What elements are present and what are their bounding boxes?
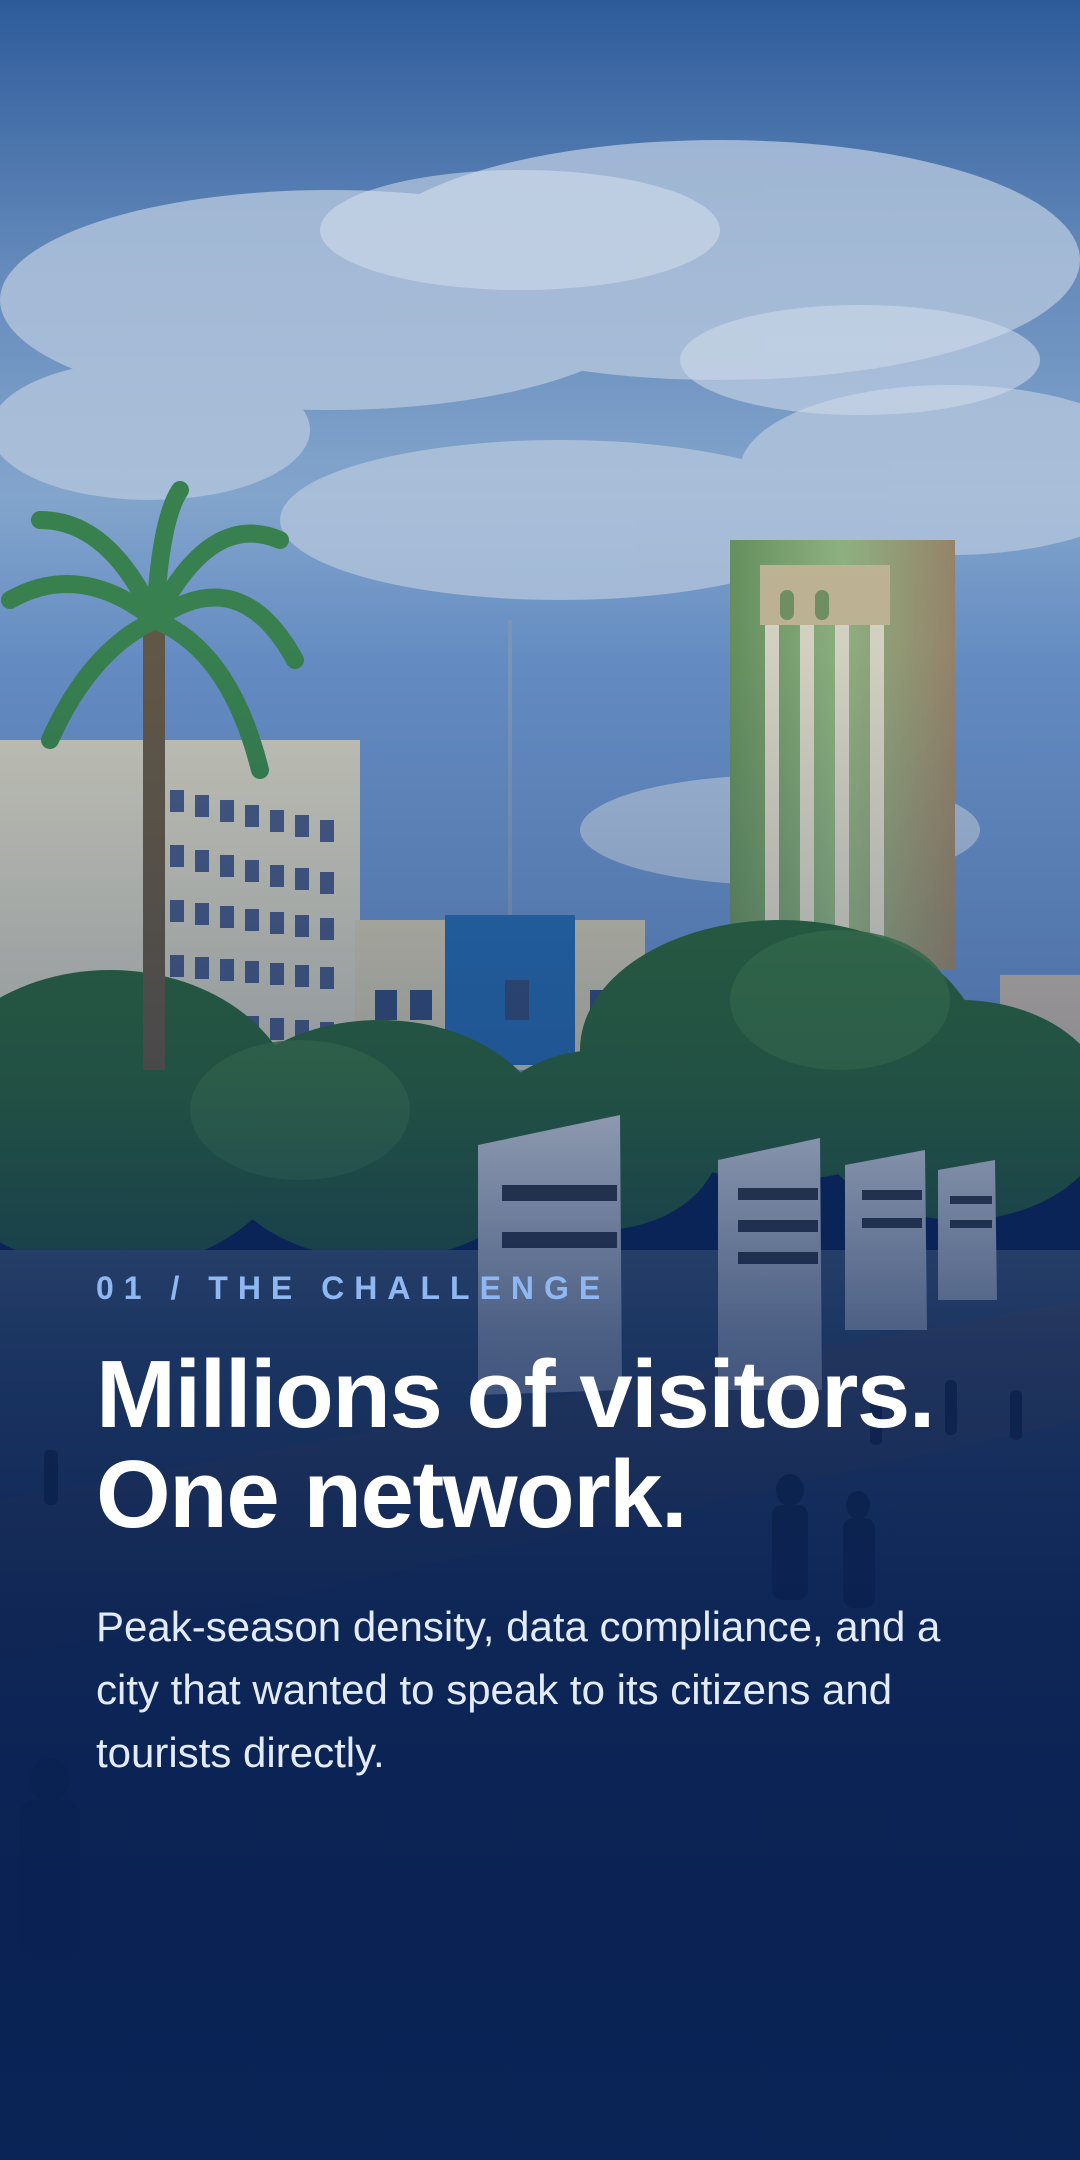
challenge-section: 01 / THE CHALLENGE Millions of visitors.… — [96, 1270, 976, 1784]
blue-gradient-overlay — [0, 0, 1080, 2160]
headline-line-2: One network. — [96, 1441, 688, 1548]
section-eyebrow: 01 / THE CHALLENGE — [96, 1270, 611, 1306]
headline-line-1: Millions of visitors. — [96, 1341, 935, 1448]
body-copy: Peak-season density, data compliance, an… — [96, 1603, 941, 1776]
headline: Millions of visitors. One network. — [96, 1345, 976, 1545]
